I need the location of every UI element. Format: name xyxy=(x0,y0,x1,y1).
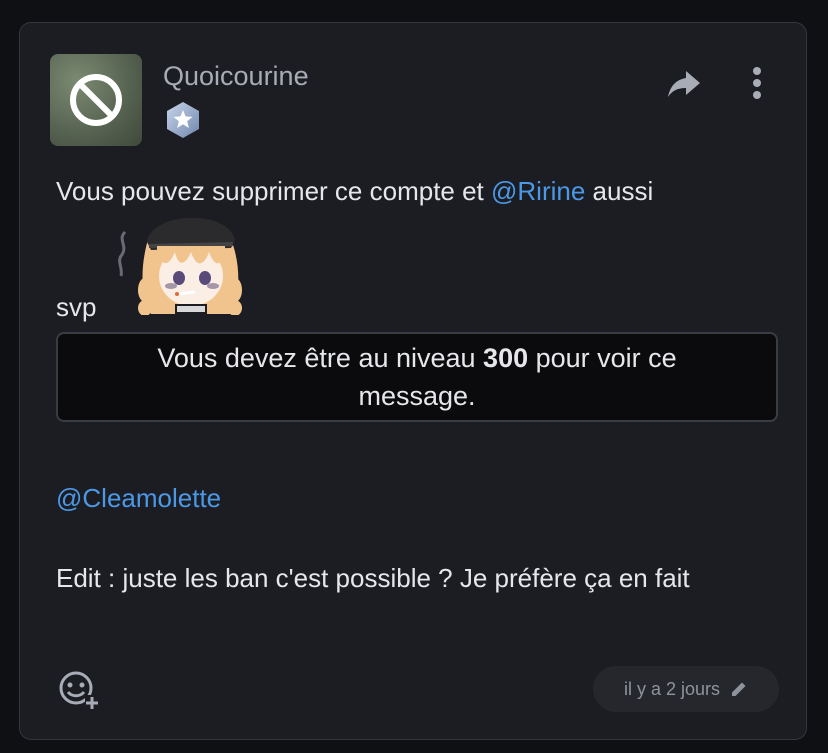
username[interactable]: Quoicourine xyxy=(163,61,309,92)
timestamp: il y a 2 jours xyxy=(623,678,721,699)
locked-message-box: Vous devez être au niveau 300 pour voir … xyxy=(56,332,778,422)
avatar[interactable] xyxy=(50,54,142,146)
post-text-svp: svp xyxy=(56,292,97,322)
star-shield-icon xyxy=(167,102,199,138)
mention-link[interactable]: @Cleamolette xyxy=(56,478,221,518)
post-text-line: Vous pouvez supprimer ce compte et @Riri… xyxy=(56,171,653,211)
pencil-icon xyxy=(732,682,746,696)
banned-circle-icon xyxy=(70,74,122,126)
timestamp-button[interactable]: il y a 2 jours xyxy=(593,666,779,712)
post-card: Quoicourine Vous pouvez supprimer ce com… xyxy=(19,22,807,740)
text-segment: Vous pouvez supprimer ce compte et xyxy=(56,176,492,206)
required-level: 300 xyxy=(483,343,529,373)
post-edit-text: Edit : juste les ban c'est possible ? Je… xyxy=(56,563,690,593)
locked-message-text: Vous devez être au niveau 300 pour voir … xyxy=(98,339,736,415)
share-arrow-icon[interactable] xyxy=(664,63,704,103)
vertical-dots-icon[interactable] xyxy=(744,63,770,103)
mention-link[interactable]: @Ririne xyxy=(491,176,585,206)
add-reaction-icon[interactable] xyxy=(56,669,102,709)
text-segment: aussi xyxy=(585,176,654,206)
anime-girl-sticker[interactable] xyxy=(111,212,253,315)
text-segment: Vous devez être au niveau xyxy=(157,343,484,373)
